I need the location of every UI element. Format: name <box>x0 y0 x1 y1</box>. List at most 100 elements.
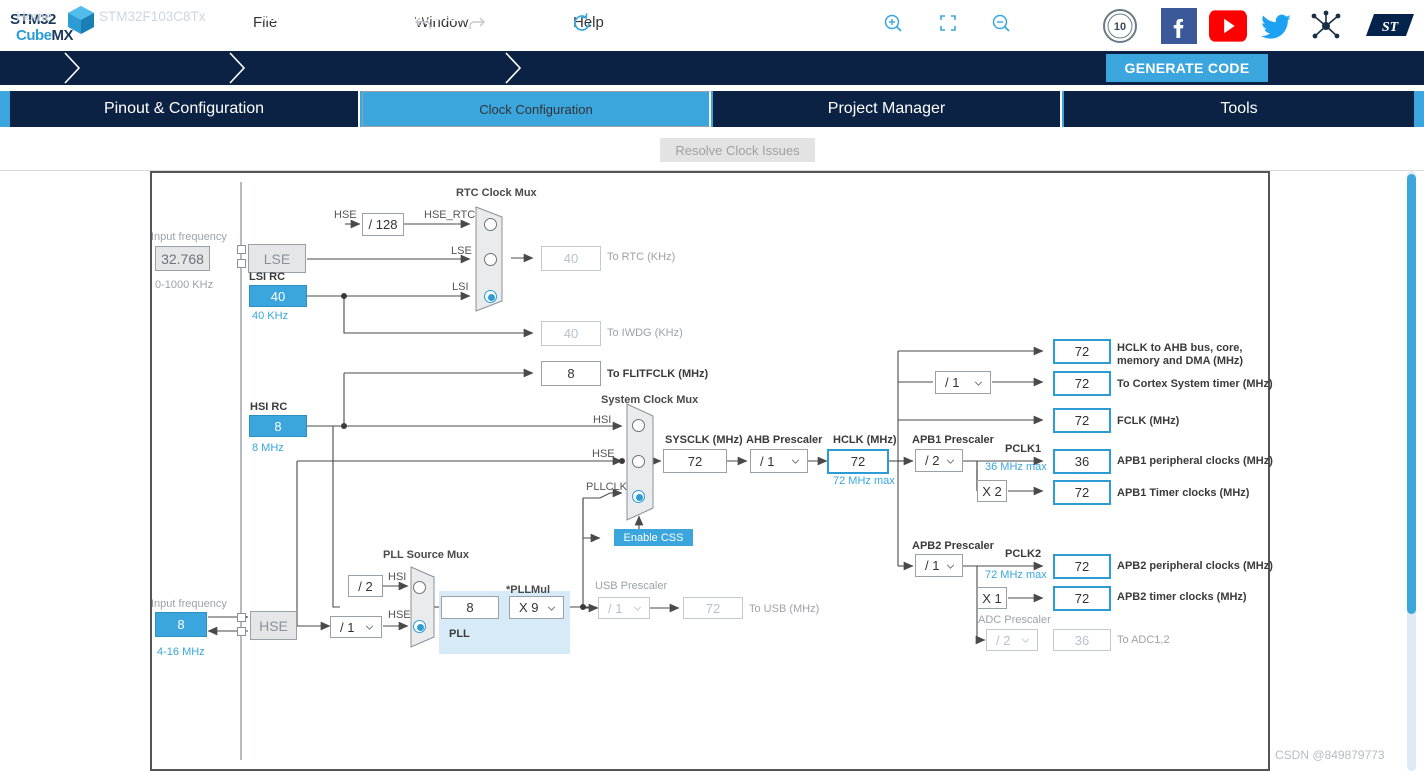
pll-hsi-div2: / 2 <box>348 575 383 597</box>
to-iwdg-value[interactable]: 40 <box>541 321 601 346</box>
tab-tools[interactable]: Tools <box>1064 91 1414 127</box>
sysmux-radio-pllclk[interactable] <box>632 490 645 503</box>
chevron-down-icon <box>1021 638 1030 643</box>
hse-pin-bottom <box>237 627 246 636</box>
sysmux-hse-label: HSE <box>592 448 615 460</box>
pll-mux-radio-hse[interactable] <box>413 620 426 633</box>
hclk-value[interactable]: 72 <box>827 449 889 474</box>
lse-input-frequency-label: Input frequency <box>151 231 227 243</box>
chevron-down-icon <box>946 458 955 464</box>
youtube-icon[interactable] <box>1209 8 1247 44</box>
ahb-prescaler-select[interactable]: / 1 <box>750 449 808 473</box>
lsi-rc-unit: 40 KHz <box>252 310 289 322</box>
apb2-peripheral-label: APB2 peripheral clocks (MHz) <box>1117 560 1273 572</box>
rtc-mux-radio-lsi[interactable] <box>484 290 497 303</box>
pclk1-label: PCLK1 <box>1005 443 1042 455</box>
to-usb-value[interactable]: 72 <box>683 597 743 619</box>
to-adc-value[interactable]: 36 <box>1053 629 1111 651</box>
apb2-timer-value[interactable]: 72 <box>1053 586 1111 611</box>
cortex-timer-value[interactable]: 72 <box>1053 371 1111 396</box>
breadcrumb-current: Modbus.ioc - Clock Configuration <box>261 9 477 24</box>
chevron-down-icon <box>974 380 983 386</box>
rtc-clock-mux-title: RTC Clock Mux <box>456 187 537 199</box>
breadcrumb-chevron-3-icon <box>505 52 522 84</box>
pll-hsi-label: HSI <box>388 571 407 583</box>
redo-icon[interactable] <box>465 11 489 35</box>
rtc-hse-div128[interactable]: / 128 <box>362 213 404 236</box>
lse-range-label: 0-1000 KHz <box>155 279 214 291</box>
hse-input-frequency-field[interactable]: 8 <box>155 612 207 637</box>
sysmux-hsi-label: HSI <box>593 414 612 426</box>
anniversary-10-years-icon[interactable]: 10 <box>1102 8 1138 44</box>
hse-range-label: 4-16 MHz <box>157 646 205 658</box>
breadcrumb-mcu[interactable]: STM32F103C8Tx <box>99 9 206 24</box>
apb2-prescaler-select[interactable]: / 1 <box>915 554 963 577</box>
ahb-prescaler-value: / 1 <box>760 453 775 469</box>
apb1-prescaler-select[interactable]: / 2 <box>915 449 963 472</box>
watermark-text: CSDN @849879773 <box>1275 748 1385 762</box>
apb1-peripheral-value[interactable]: 36 <box>1053 449 1111 474</box>
pll-input-value[interactable]: 8 <box>441 596 499 619</box>
pll-hse-label: HSE <box>388 609 411 621</box>
facebook-icon[interactable] <box>1161 8 1197 44</box>
cortex-timer-prescaler-value: / 1 <box>945 375 960 390</box>
twitter-icon[interactable] <box>1258 8 1294 44</box>
breadcrumb-chevron-1-icon <box>64 52 81 84</box>
logo-cubemx-text: CubeMX <box>16 27 73 44</box>
hclk-to-ahb-value[interactable]: 72 <box>1053 339 1111 364</box>
pllmul-value: X 9 <box>519 600 539 615</box>
zoom-out-icon[interactable] <box>989 11 1013 35</box>
cortex-timer-prescaler-select[interactable]: / 1 <box>935 371 991 394</box>
lse-oscillator-box[interactable]: LSE <box>248 244 306 273</box>
sysmux-pllclk-label: PLLCLK <box>586 481 627 493</box>
fit-to-screen-icon[interactable] <box>936 11 960 35</box>
pllmul-select[interactable]: X 9 <box>509 596 564 619</box>
apb2-prescaler-value: / 1 <box>925 558 940 573</box>
adc-prescaler-value: / 2 <box>996 632 1011 648</box>
lse-pin-top <box>237 245 246 254</box>
adc-prescaler-select[interactable]: / 2 <box>986 629 1038 651</box>
usb-prescaler-select[interactable]: / 1 <box>598 597 650 619</box>
to-flitfclk-value[interactable]: 8 <box>541 361 601 386</box>
chevron-down-icon <box>365 625 374 630</box>
svg-text:10: 10 <box>1114 21 1126 33</box>
apb2-peripheral-value[interactable]: 72 <box>1053 554 1111 579</box>
undo-icon[interactable] <box>411 11 435 35</box>
sysclk-value[interactable]: 72 <box>663 449 727 473</box>
fclk-value[interactable]: 72 <box>1053 408 1111 433</box>
rtc-hse-label: HSE <box>334 209 357 221</box>
apb1-timer-value[interactable]: 72 <box>1053 480 1111 505</box>
tab-clock-configuration[interactable]: Clock Configuration <box>362 91 711 127</box>
tab-project-manager[interactable]: Project Manager <box>713 91 1062 127</box>
pll-mux-radio-hsi[interactable] <box>413 581 426 594</box>
zoom-in-icon[interactable] <box>881 11 905 35</box>
vertical-scrollbar-thumb[interactable] <box>1407 174 1416 614</box>
pll-hse-prescaler-select[interactable]: / 1 <box>330 616 382 638</box>
to-iwdg-label: To IWDG (KHz) <box>607 327 683 339</box>
sysmux-radio-hsi[interactable] <box>632 419 645 432</box>
hclk-to-ahb-label: HCLK to AHB bus, core, memory and DMA (M… <box>1117 342 1244 367</box>
rtc-mux-radio-hse[interactable] <box>484 218 497 231</box>
hse-oscillator-box[interactable]: HSE <box>250 611 297 640</box>
usb-prescaler-value: / 1 <box>608 600 623 616</box>
hsi-rc-value[interactable]: 8 <box>249 415 307 437</box>
refresh-icon[interactable] <box>570 11 594 35</box>
to-rtc-value[interactable]: 40 <box>541 246 601 271</box>
st-logo-icon[interactable]: ST <box>1362 8 1418 44</box>
sysmux-radio-hse[interactable] <box>632 455 645 468</box>
lse-input-frequency-field[interactable]: 32.768 <box>155 246 210 271</box>
enable-css-button[interactable]: Enable CSS <box>614 529 693 546</box>
tab-pinout-configuration[interactable]: Pinout & Configuration <box>10 91 360 127</box>
generate-code-button[interactable]: GENERATE CODE <box>1106 54 1268 82</box>
pll-hse-prescaler-value: / 1 <box>340 619 355 635</box>
resolve-clock-issues-button[interactable]: Resolve Clock Issues <box>660 138 815 162</box>
breadcrumb-home[interactable]: Home <box>16 9 52 24</box>
rtc-mux-radio-lse[interactable] <box>484 253 497 266</box>
rtc-lse-label: LSE <box>451 245 472 257</box>
chevron-down-icon <box>633 606 642 611</box>
lsi-rc-value[interactable]: 40 <box>249 285 307 307</box>
community-network-icon[interactable] <box>1308 8 1344 44</box>
apb1-timer-multiplier: X 2 <box>977 480 1007 502</box>
to-usb-label: To USB (MHz) <box>749 603 820 615</box>
hse-input-frequency-label: Input frequency <box>151 598 227 610</box>
